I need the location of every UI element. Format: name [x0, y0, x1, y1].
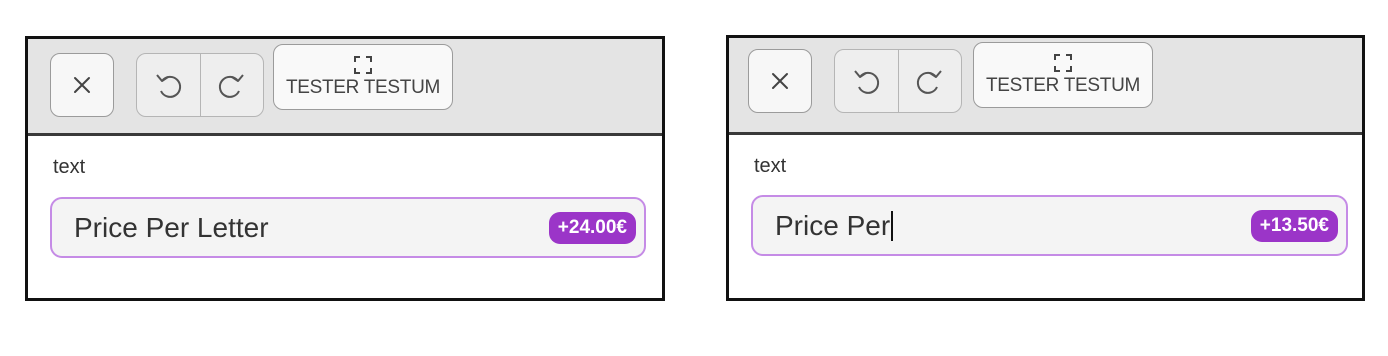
redo-button[interactable]	[199, 54, 264, 116]
input-value: Price Per Letter	[74, 212, 269, 244]
close-icon	[771, 72, 789, 90]
fullscreen-icon	[353, 55, 373, 75]
fullscreen-button[interactable]: TESTER TESTUM	[973, 42, 1153, 108]
input-value: Price Per	[775, 209, 894, 242]
editor-panel-right: TESTER TESTUM text Price Per +13.50€	[726, 35, 1365, 301]
close-icon	[73, 76, 91, 94]
fullscreen-icon	[1053, 53, 1073, 73]
undo-button[interactable]	[137, 54, 200, 116]
tester-label: TESTER TESTUM	[285, 77, 441, 98]
redo-icon	[915, 66, 945, 96]
close-button[interactable]	[748, 49, 812, 113]
field-label: text	[754, 155, 787, 177]
redo-icon	[217, 70, 247, 100]
toolbar: TESTER TESTUM	[729, 38, 1362, 135]
fullscreen-button[interactable]: TESTER TESTUM	[273, 44, 453, 110]
text-input[interactable]: Price Per +13.50€	[751, 195, 1348, 256]
price-badge: +24.00€	[548, 211, 636, 244]
editor-panel-left: TESTER TESTUM text Price Per Letter +24.…	[25, 36, 665, 301]
field-section: text Price Per Letter +24.00€	[28, 136, 662, 298]
toolbar: TESTER TESTUM	[28, 39, 662, 136]
price-badge: +13.50€	[1250, 209, 1338, 242]
redo-button[interactable]	[897, 50, 962, 112]
close-button[interactable]	[50, 53, 114, 117]
field-section: text Price Per +13.50€	[729, 135, 1362, 298]
input-text: Price Per Letter	[74, 211, 269, 243]
history-button-group	[834, 49, 962, 113]
history-button-group	[136, 53, 264, 117]
tester-label: TESTER TESTUM	[985, 75, 1141, 96]
field-label: text	[53, 156, 86, 178]
undo-button[interactable]	[835, 50, 898, 112]
input-text: Price Per	[775, 209, 891, 241]
text-caret	[891, 210, 894, 241]
undo-icon	[153, 70, 183, 100]
text-input[interactable]: Price Per Letter +24.00€	[50, 197, 646, 258]
undo-icon	[851, 66, 881, 96]
